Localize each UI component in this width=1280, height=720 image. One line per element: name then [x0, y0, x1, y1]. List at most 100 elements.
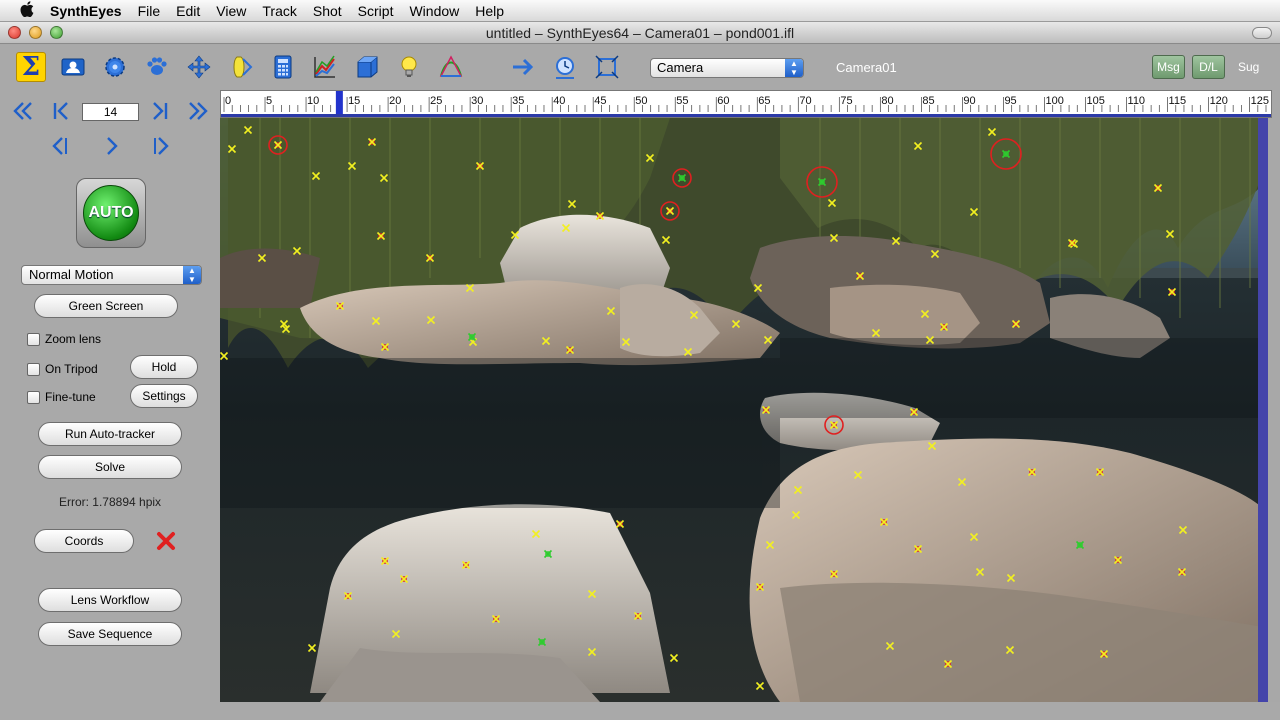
last-frame-button[interactable] [145, 99, 175, 123]
auto-track-button[interactable]: AUTO [76, 178, 146, 248]
graph-tool-button[interactable] [310, 52, 340, 82]
tracker-marker[interactable] [939, 322, 949, 332]
next-key-button[interactable] [146, 134, 176, 158]
cube-tool-button[interactable] [352, 52, 382, 82]
tracker-marker[interactable] [885, 641, 895, 651]
tracker-marker[interactable] [672, 168, 692, 188]
tracker-marker[interactable] [969, 207, 979, 217]
tracker-marker[interactable] [1006, 573, 1016, 583]
tracker-marker[interactable] [1027, 467, 1037, 477]
tracker-marker[interactable] [391, 629, 401, 639]
tracker-marker[interactable] [531, 529, 541, 539]
tracker-marker[interactable] [920, 309, 930, 319]
tracker-marker[interactable] [683, 347, 693, 357]
tracker-marker[interactable] [806, 166, 838, 198]
first-frame-button[interactable] [46, 99, 76, 123]
tracker-marker[interactable] [660, 201, 680, 221]
apple-icon[interactable] [16, 0, 38, 21]
tracker-marker[interactable] [371, 316, 381, 326]
menu-file[interactable]: File [130, 0, 169, 22]
menu-help[interactable]: Help [467, 0, 512, 22]
calculator-tool-button[interactable] [268, 52, 298, 82]
tracker-marker[interactable] [376, 231, 386, 241]
tracker-marker[interactable] [587, 589, 597, 599]
menu-app-name[interactable]: SynthEyes [42, 0, 130, 22]
tracker-marker[interactable] [227, 144, 237, 154]
fine-tune-checkbox[interactable]: Fine-tune [27, 390, 96, 404]
tracker-marker[interactable] [425, 253, 435, 263]
tracker-marker[interactable] [461, 560, 471, 570]
tracker-marker[interactable] [957, 477, 967, 487]
tracker-marker[interactable] [1067, 238, 1077, 248]
tracker-marker[interactable] [426, 315, 436, 325]
tracker-marker[interactable] [587, 647, 597, 657]
lightbulb-tool-button[interactable] [394, 52, 424, 82]
paw-tool-button[interactable] [142, 52, 172, 82]
tracker-marker[interactable] [243, 125, 253, 135]
tracker-marker[interactable] [220, 351, 229, 361]
play-button[interactable] [97, 134, 127, 158]
camera-dropdown[interactable]: Camera ▲ ▼ [650, 58, 804, 78]
crop-tool-button[interactable] [592, 52, 622, 82]
gear-tool-button[interactable] [100, 52, 130, 82]
tracker-marker[interactable] [621, 337, 631, 347]
zoom-lens-checkbox[interactable]: Zoom lens [27, 332, 101, 346]
tracker-marker[interactable] [307, 643, 317, 653]
tracker-marker[interactable] [1165, 229, 1175, 239]
coords-button[interactable]: Coords [34, 529, 134, 553]
tracker-marker[interactable] [1167, 287, 1177, 297]
frame-number-field[interactable]: 14 [82, 103, 139, 121]
menu-edit[interactable]: Edit [168, 0, 208, 22]
tracker-marker[interactable] [537, 637, 547, 647]
tracker-marker[interactable] [1178, 525, 1188, 535]
tracker-marker[interactable] [930, 249, 940, 259]
tracker-marker[interactable] [465, 283, 475, 293]
delete-constraints-button[interactable] [154, 529, 178, 553]
tracker-marker[interactable] [855, 271, 865, 281]
tracker-marker[interactable] [475, 161, 485, 171]
tracker-marker[interactable] [791, 510, 801, 520]
sug-label[interactable]: Sug [1238, 60, 1259, 74]
lens-workflow-button[interactable]: Lens Workflow [38, 588, 182, 612]
menu-window[interactable]: Window [401, 0, 467, 22]
tracker-marker[interactable] [871, 328, 881, 338]
tracker-marker[interactable] [633, 611, 643, 621]
fast-forward-button[interactable] [183, 99, 213, 123]
tracker-marker[interactable] [765, 540, 775, 550]
tracker-marker[interactable] [380, 556, 390, 566]
tracker-marker[interactable] [335, 301, 345, 311]
tracker-marker[interactable] [943, 659, 953, 669]
msg-toggle[interactable]: Msg [1152, 55, 1185, 79]
tracker-marker[interactable] [379, 173, 389, 183]
move-tool-button[interactable] [184, 52, 214, 82]
tracker-marker[interactable] [367, 137, 377, 147]
tracker-marker[interactable] [541, 336, 551, 346]
dl-toggle[interactable]: D/L [1192, 55, 1225, 79]
tracker-marker[interactable] [661, 235, 671, 245]
timeline-bar[interactable]: 0 5 10 15 20 25 30 35 40 45 50 55 60 65 70 75 80 85 90 95 10… [220, 90, 1272, 118]
tracker-marker[interactable] [1153, 183, 1163, 193]
tracker-marker[interactable] [913, 141, 923, 151]
tracker-marker[interactable] [257, 253, 267, 263]
tracker-marker[interactable] [491, 614, 501, 624]
playhead-marker[interactable] [335, 91, 343, 115]
summary-tool-button[interactable]: Σ [16, 52, 46, 82]
green-screen-button[interactable]: Green Screen [34, 294, 178, 318]
tracker-marker[interactable] [399, 574, 409, 584]
curve-tool-button[interactable] [436, 52, 466, 82]
clock-tool-button[interactable] [550, 52, 580, 82]
shot-tool-button[interactable] [58, 52, 88, 82]
camera-viewport[interactable] [220, 118, 1268, 702]
menu-shot[interactable]: Shot [305, 0, 350, 22]
tracker-marker[interactable] [1113, 555, 1123, 565]
toolbar-toggle-button[interactable] [1252, 27, 1272, 39]
tracker-marker[interactable] [987, 127, 997, 137]
tracker-marker[interactable] [909, 407, 919, 417]
tracker-marker[interactable] [689, 310, 699, 320]
motion-type-dropdown[interactable]: Normal Motion ▲ ▼ [21, 265, 202, 285]
tracker-marker[interactable] [645, 153, 655, 163]
menu-view[interactable]: View [208, 0, 254, 22]
tracker-marker[interactable] [1095, 467, 1105, 477]
tracker-marker[interactable] [755, 681, 765, 691]
tracker-marker[interactable] [543, 549, 553, 559]
